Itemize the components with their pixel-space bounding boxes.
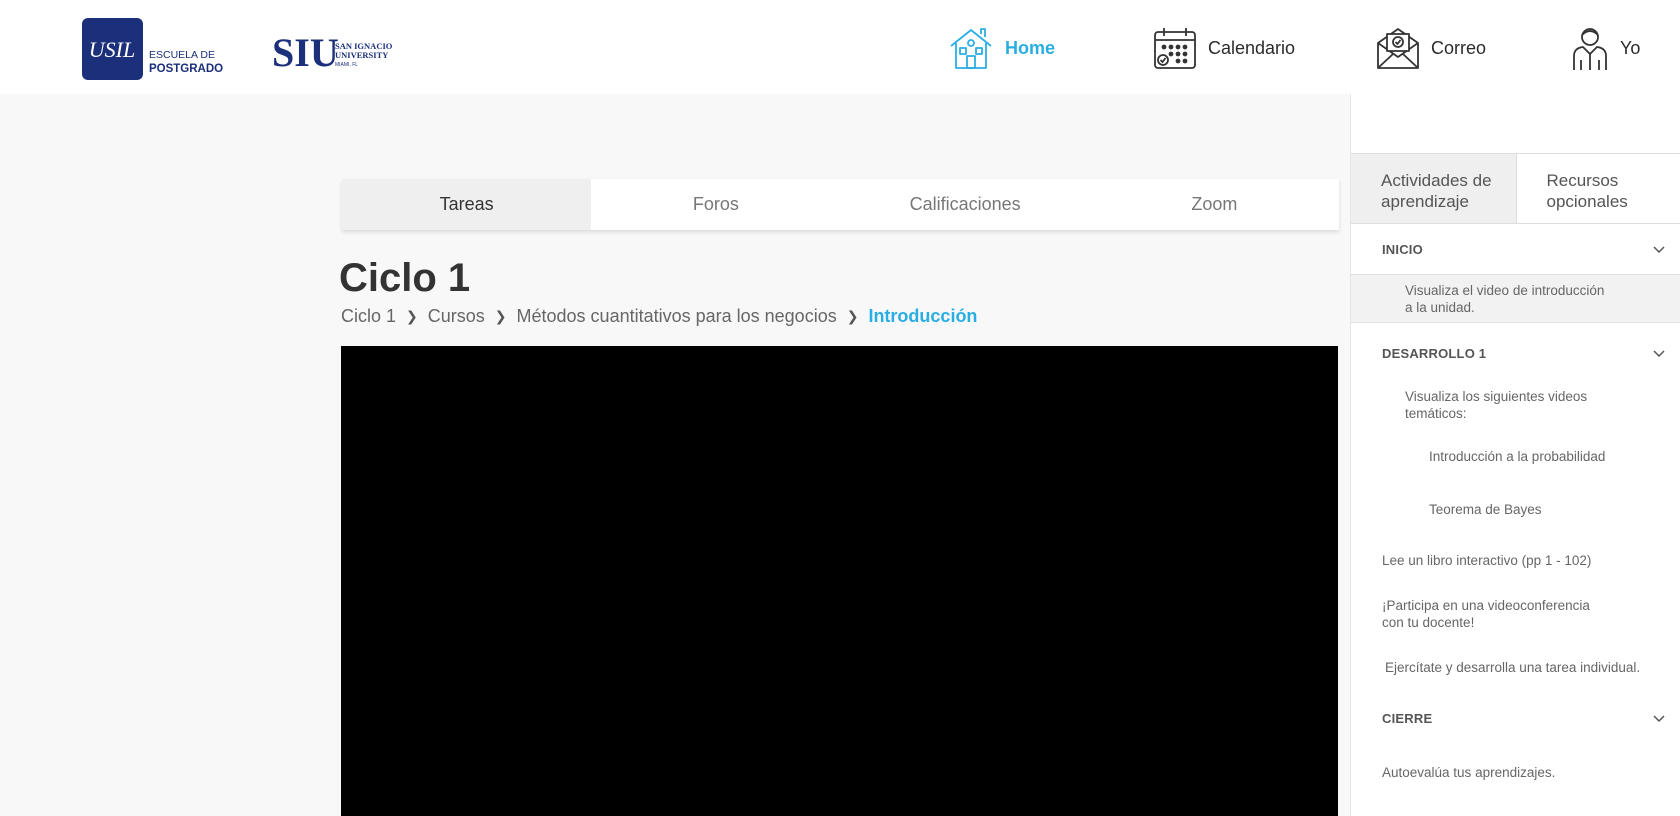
breadcrumb-ciclo[interactable]: Ciclo 1: [341, 306, 396, 327]
tab-actividades-line1: Actividades de: [1381, 171, 1492, 190]
tab-foros[interactable]: Foros: [591, 179, 840, 230]
breadcrumb-cursos[interactable]: Cursos: [428, 306, 485, 327]
activity-tarea[interactable]: Ejercítate y desarrolla una tarea indivi…: [1385, 659, 1640, 676]
tab-recursos-line1: Recursos: [1546, 171, 1619, 190]
breadcrumb: Ciclo 1 ❯ Cursos ❯ Métodos cuantitativos…: [341, 306, 977, 327]
mail-icon: [1375, 25, 1421, 71]
siu-logo-mark: SIU: [272, 30, 339, 74]
activity-bayes[interactable]: Teorema de Bayes: [1429, 501, 1542, 518]
nav-correo-label: Correo: [1431, 37, 1487, 58]
activities-sidebar: Actividades de aprendizaje Recursos opci…: [1350, 94, 1680, 816]
page-title: Ciclo 1: [339, 256, 471, 300]
nav-calendario[interactable]: Calendario: [1152, 22, 1295, 74]
section-cierre-label: CIERRE: [1382, 711, 1433, 726]
tab-tareas[interactable]: Tareas: [342, 179, 592, 230]
nav-home-label: Home: [1005, 37, 1056, 58]
sidebar-tabs: Actividades de aprendizaje Recursos opci…: [1351, 153, 1680, 224]
activity-videoconferencia[interactable]: ¡Participa en una videoconferencia con t…: [1382, 597, 1590, 631]
activity-videos-tematicos-line2: temáticos:: [1405, 406, 1467, 421]
siu-logo-line2: UNIVERSITY: [335, 50, 388, 60]
section-desarrollo-label: DESARROLLO 1: [1382, 346, 1487, 361]
usil-logo-line1: ESCUELA DE: [149, 49, 215, 61]
chevron-right-icon: ❯: [846, 308, 859, 324]
tab-recursos-line2: opcionales: [1546, 192, 1628, 211]
tab-zoom[interactable]: Zoom: [1090, 179, 1339, 230]
course-tabs: Tareas Foros Calificaciones Zoom: [342, 179, 1339, 230]
user-icon: [1570, 24, 1610, 72]
section-inicio-label: INICIO: [1382, 242, 1423, 257]
activity-probabilidad[interactable]: Introducción a la probabilidad: [1429, 448, 1605, 465]
nav-correo[interactable]: Correo: [1375, 22, 1486, 74]
nav-yo-label: Yo: [1620, 37, 1641, 58]
video-player[interactable]: [341, 346, 1338, 816]
chevron-right-icon: ❯: [406, 308, 418, 324]
breadcrumb-curso[interactable]: Métodos cuantitativos para los negocios: [517, 306, 837, 327]
section-desarrollo[interactable]: DESARROLLO 1: [1382, 346, 1665, 361]
section-inicio[interactable]: INICIO: [1382, 242, 1665, 257]
nav-home[interactable]: Home: [947, 22, 1055, 74]
home-icon: [947, 24, 995, 72]
chevron-right-icon: ❯: [494, 308, 507, 324]
tab-actividades[interactable]: Actividades de aprendizaje: [1351, 154, 1517, 223]
usil-postgrado-logo[interactable]: USIL ESCUELA DE POSTGRADO: [82, 18, 232, 85]
tab-calificaciones[interactable]: Calificaciones: [841, 179, 1090, 230]
chevron-down-icon: [1653, 711, 1665, 726]
activity-libro[interactable]: Lee un libro interactivo (pp 1 - 102): [1382, 552, 1591, 569]
activity-videoconferencia-line1: ¡Participa en una videoconferencia: [1382, 598, 1590, 613]
activity-video-intro[interactable]: Visualiza el video de introducción a la …: [1351, 274, 1680, 323]
siu-logo[interactable]: SIU SAN IGNACIO UNIVERSITY MIAMI, FL: [272, 26, 402, 79]
activity-videos-tematicos-line1: Visualiza los siguientes videos: [1405, 389, 1588, 404]
activity-video-intro-line2: a la unidad.: [1405, 300, 1475, 315]
chevron-down-icon: [1653, 346, 1665, 361]
tab-recursos[interactable]: Recursos opcionales: [1517, 154, 1680, 223]
activity-videoconferencia-line2: con tu docente!: [1382, 615, 1475, 630]
nav-yo[interactable]: Yo: [1570, 22, 1640, 74]
nav-calendario-label: Calendario: [1208, 37, 1296, 58]
usil-logo-mark: USIL: [89, 37, 135, 62]
chevron-down-icon: [1653, 242, 1665, 257]
calendar-icon: [1152, 25, 1198, 71]
top-header: USIL ESCUELA DE POSTGRADO SIU SAN IGNACI…: [0, 0, 1680, 94]
breadcrumb-current: Introducción: [868, 306, 978, 326]
usil-logo-line2: POSTGRADO: [149, 63, 223, 75]
activity-video-intro-line1: Visualiza el video de introducción: [1405, 283, 1605, 298]
activity-videos-tematicos[interactable]: Visualiza los siguientes videos temático…: [1405, 388, 1587, 422]
siu-logo-line3: MIAMI, FL: [335, 62, 358, 68]
section-cierre[interactable]: CIERRE: [1382, 711, 1665, 726]
tab-actividades-line2: aprendizaje: [1381, 192, 1469, 211]
activity-autoevalua[interactable]: Autoevalúa tus aprendizajes.: [1382, 764, 1555, 781]
